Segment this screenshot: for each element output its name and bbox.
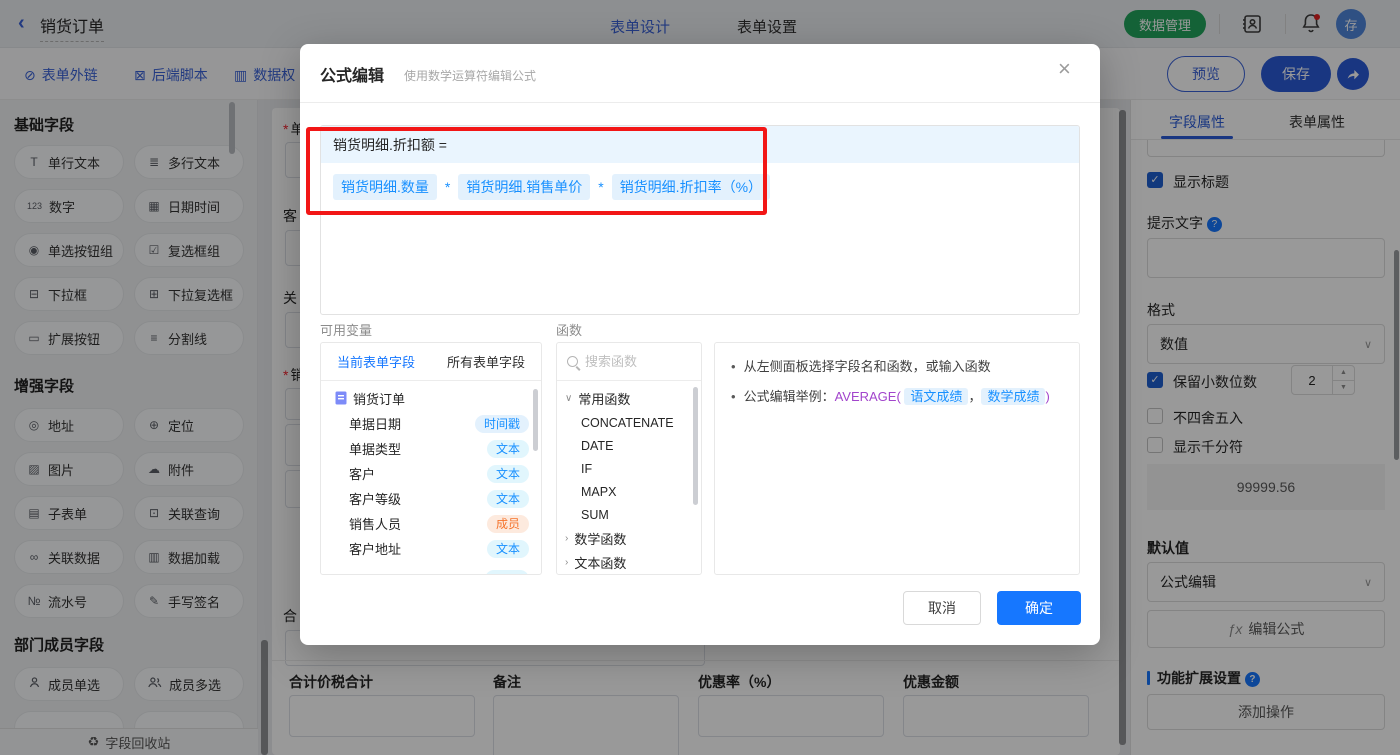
function-item[interactable]: SUM <box>557 503 701 526</box>
type-badge: 文本 <box>487 440 529 458</box>
close-icon[interactable]: × <box>1058 58 1071 80</box>
function-item[interactable]: IF <box>557 457 701 480</box>
close-paren: ) <box>1045 389 1049 404</box>
variables-panel: 当前表单字段 所有表单字段 销货订单 单据日期时间戳 单据类型文本 客户文本 客… <box>320 342 542 575</box>
function-group-common[interactable]: ∨ 常用函数 <box>557 385 701 411</box>
example-token: 数学成绩 <box>981 388 1045 405</box>
modal-subtitle: 使用数学运算符编辑公式 <box>404 67 536 84</box>
variable-row[interactable]: 客户等级文本 <box>321 486 541 511</box>
function-name-example: AVERAGE( <box>835 389 901 404</box>
variables-label: 可用变量 <box>320 320 372 339</box>
help-line-2: •公式编辑举例：AVERAGE( 语文成绩，数学成绩) <box>731 387 1063 407</box>
function-item[interactable]: CONCATENATE <box>557 411 701 434</box>
function-group-math[interactable]: › 数学函数 <box>557 526 701 550</box>
document-icon <box>335 391 347 405</box>
variable-row[interactable]: 单据日期时间戳 <box>321 411 541 436</box>
variable-row[interactable]: 客户文本 <box>321 461 541 486</box>
tab-all-form-fields[interactable]: 所有表单字段 <box>431 352 541 371</box>
functions-panel: ∨ 常用函数 CONCATENATE DATE IF MAPX SUM › 数学… <box>556 342 702 575</box>
form-root-node[interactable]: 销货订单 <box>321 385 541 411</box>
variables-scrollbar[interactable] <box>533 389 538 451</box>
type-badge: 成员 <box>487 515 529 533</box>
functions-scrollbar[interactable] <box>693 387 698 505</box>
type-badge: 文本 <box>487 540 529 558</box>
variable-row[interactable]: 客户地址文本 <box>321 536 541 561</box>
chevron-right-icon: › <box>565 533 568 544</box>
confirm-button[interactable]: 确定 <box>997 591 1081 625</box>
divider <box>300 102 1100 103</box>
type-badge: 文本 <box>487 465 529 483</box>
modal-title: 公式编辑 <box>320 62 384 86</box>
tab-current-form-fields[interactable]: 当前表单字段 <box>321 352 431 371</box>
variable-row[interactable]: 单据类型文本 <box>321 436 541 461</box>
function-group-text[interactable]: › 文本函数 <box>557 550 701 574</box>
form-root-label: 销货订单 <box>353 389 405 408</box>
function-item[interactable]: DATE <box>557 434 701 457</box>
functions-label: 函数 <box>556 320 582 339</box>
chevron-down-icon: ∨ <box>565 393 572 404</box>
function-search-input[interactable] <box>585 354 677 369</box>
form-designer-app: ‹ 销货订单 表单设计 表单设置 数据管理 存 ⊘ 表单外链 <box>0 0 1400 755</box>
type-badge: 文本 <box>487 490 529 508</box>
formula-help-panel: •从左侧面板选择字段名和函数，或输入函数 •公式编辑举例：AVERAGE( 语文… <box>714 342 1080 575</box>
type-badge <box>485 570 529 576</box>
search-icon <box>567 356 578 367</box>
annotation-red-box <box>306 127 767 215</box>
example-token: 语文成绩 <box>904 388 968 405</box>
variables-tabs: 当前表单字段 所有表单字段 <box>321 343 541 381</box>
variable-row[interactable]: 销售人员成员 <box>321 511 541 536</box>
bullet-icon: • <box>731 389 736 404</box>
type-badge: 时间戳 <box>475 415 529 433</box>
function-item[interactable]: MAPX <box>557 480 701 503</box>
chevron-right-icon: › <box>565 557 568 568</box>
function-search[interactable] <box>557 343 701 381</box>
variable-row-partial[interactable] <box>321 566 541 575</box>
help-line-1: •从左侧面板选择字段名和函数，或输入函数 <box>731 357 1063 377</box>
cancel-button[interactable]: 取消 <box>903 591 981 625</box>
bullet-icon: • <box>731 359 736 374</box>
